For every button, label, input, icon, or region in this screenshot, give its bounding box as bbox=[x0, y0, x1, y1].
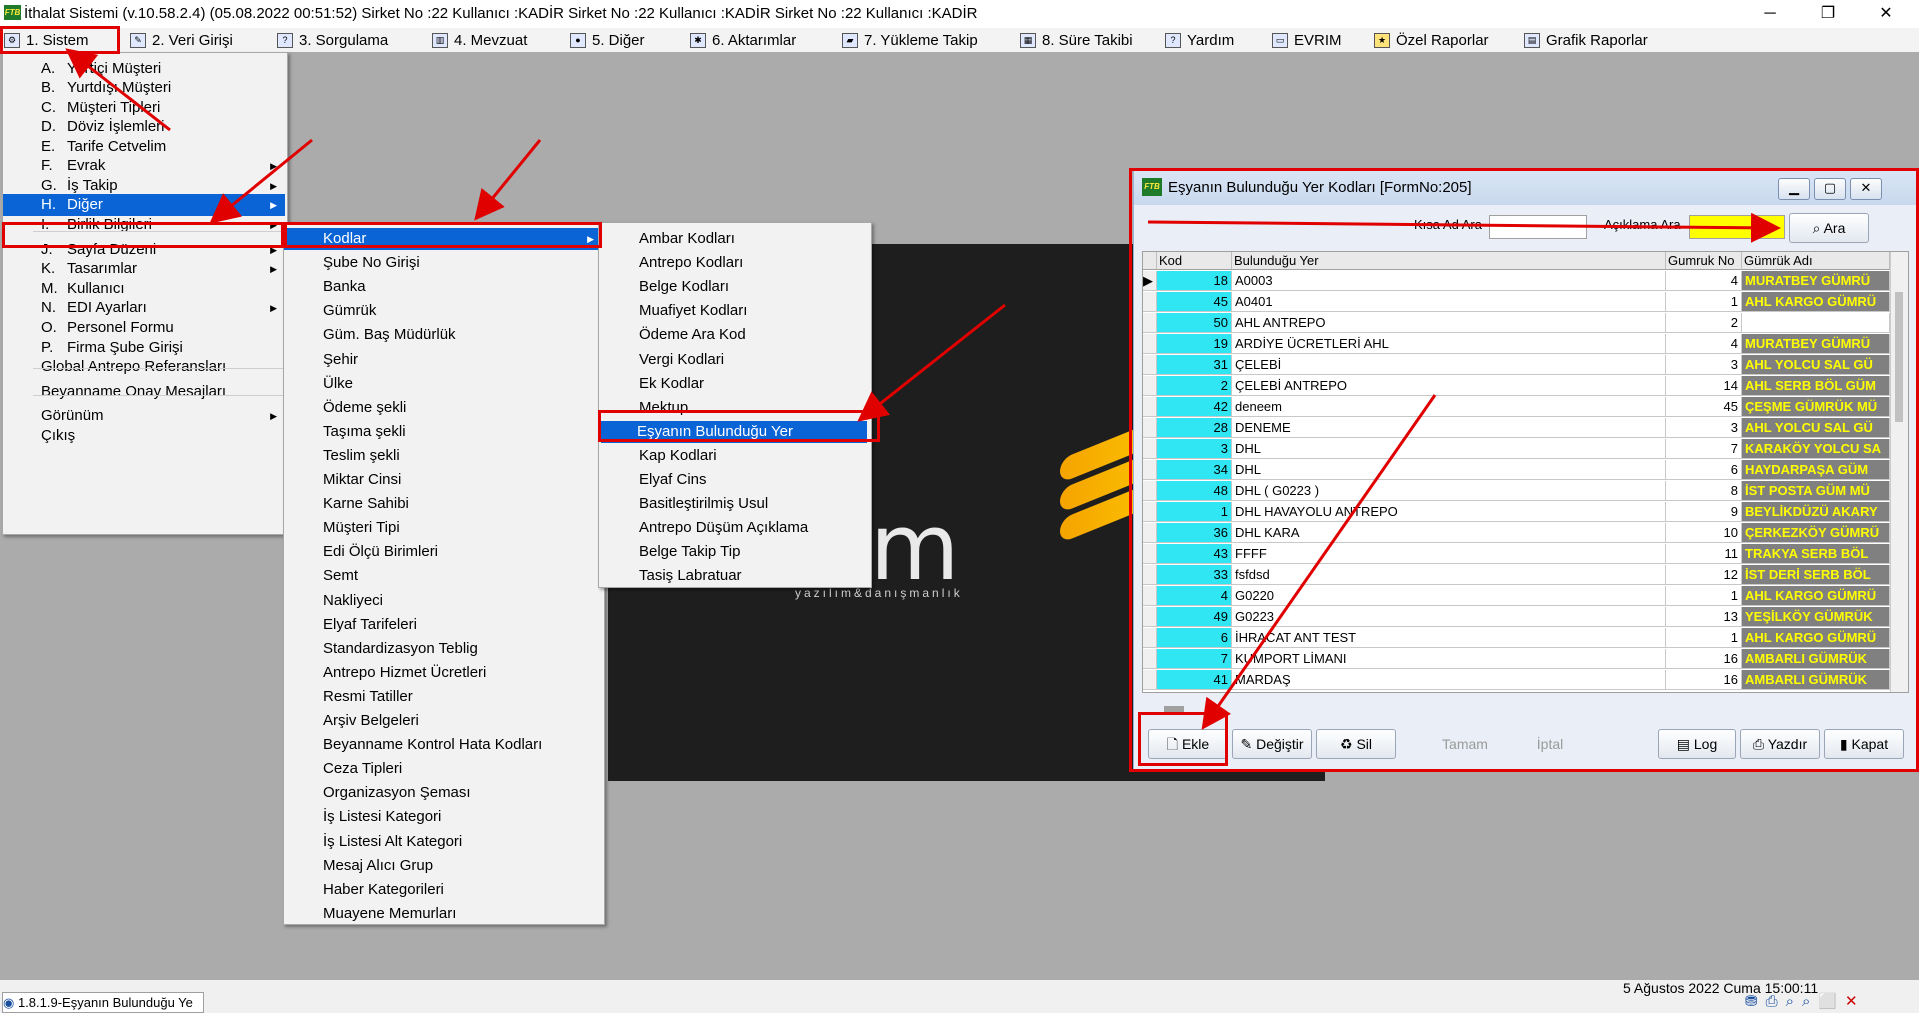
arrow-to-ekle bbox=[1201, 394, 1437, 730]
arrow-to-esya bbox=[857, 303, 1006, 422]
arrow-to-aciklama bbox=[1147, 212, 1781, 243]
annotation-arrows bbox=[65, 48, 1781, 730]
arrow-to-sistem bbox=[65, 48, 171, 132]
arrow-to-diger bbox=[209, 138, 313, 224]
arrow-to-kodlar bbox=[474, 139, 542, 221]
